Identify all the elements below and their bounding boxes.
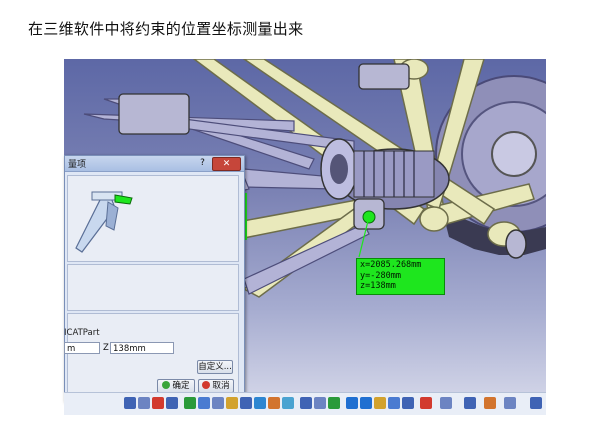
- tool-icon[interactable]: [254, 397, 266, 409]
- tool-icon[interactable]: [184, 397, 196, 409]
- cancel-label: 取消: [212, 381, 230, 391]
- selection-panel: [67, 264, 239, 311]
- ok-icon: [162, 381, 171, 389]
- tool-icon[interactable]: [124, 397, 136, 409]
- measure-z: z=138mm: [360, 281, 396, 291]
- tool-icon[interactable]: [282, 397, 294, 409]
- tool-icon[interactable]: [226, 397, 238, 409]
- tool-icon[interactable]: [374, 397, 386, 409]
- tool-icon[interactable]: [212, 397, 224, 409]
- measure-type-panel: [67, 175, 239, 262]
- measure-y: y=-280mm: [360, 270, 401, 281]
- bottom-toolbar: [64, 392, 546, 415]
- cancel-icon: [202, 381, 211, 389]
- dialog-title: 量项: [68, 160, 87, 170]
- help-button[interactable]: ?: [196, 157, 209, 169]
- caliper-icon: [75, 191, 133, 253]
- tool-icon[interactable]: [388, 397, 400, 409]
- caption-text: 在三维软件中将约束的位置坐标测量出来: [28, 20, 304, 38]
- tool-icon[interactable]: [300, 397, 312, 409]
- tool-icon[interactable]: [314, 397, 326, 409]
- dialog-titlebar[interactable]: 量项 ? ✕: [65, 156, 244, 172]
- close-button[interactable]: ✕: [212, 157, 241, 171]
- tool-icon[interactable]: [166, 397, 178, 409]
- tool-icon[interactable]: [420, 397, 432, 409]
- tool-icon[interactable]: [402, 397, 414, 409]
- ok-button[interactable]: 确定: [157, 379, 195, 393]
- ok-label: 确定: [172, 381, 190, 391]
- tool-icon[interactable]: [138, 397, 150, 409]
- tool-icon[interactable]: [240, 397, 252, 409]
- coordinate-field[interactable]: m: [64, 342, 100, 354]
- tool-icon[interactable]: [268, 397, 280, 409]
- tool-icon[interactable]: [328, 397, 340, 409]
- part-name: ICATPart: [64, 328, 100, 338]
- customize-button[interactable]: 自定义...: [197, 360, 233, 374]
- tool-icon[interactable]: [440, 397, 452, 409]
- tool-icon[interactable]: [346, 397, 358, 409]
- tool-icon[interactable]: [484, 397, 496, 409]
- tool-icon[interactable]: [530, 397, 542, 409]
- z-coordinate-field[interactable]: 138mm: [110, 342, 174, 354]
- tool-icon[interactable]: [504, 397, 516, 409]
- tool-icon[interactable]: [152, 397, 164, 409]
- cancel-button[interactable]: 取消: [198, 379, 234, 393]
- z-label: Z: [103, 343, 109, 353]
- tool-icon[interactable]: [360, 397, 372, 409]
- measure-x: x=2085.268mm: [360, 260, 422, 270]
- tool-icon[interactable]: [464, 397, 476, 409]
- tool-icon[interactable]: [198, 397, 210, 409]
- measurement-label: x=2085.268mm y=-280mm z=138mm: [356, 258, 445, 295]
